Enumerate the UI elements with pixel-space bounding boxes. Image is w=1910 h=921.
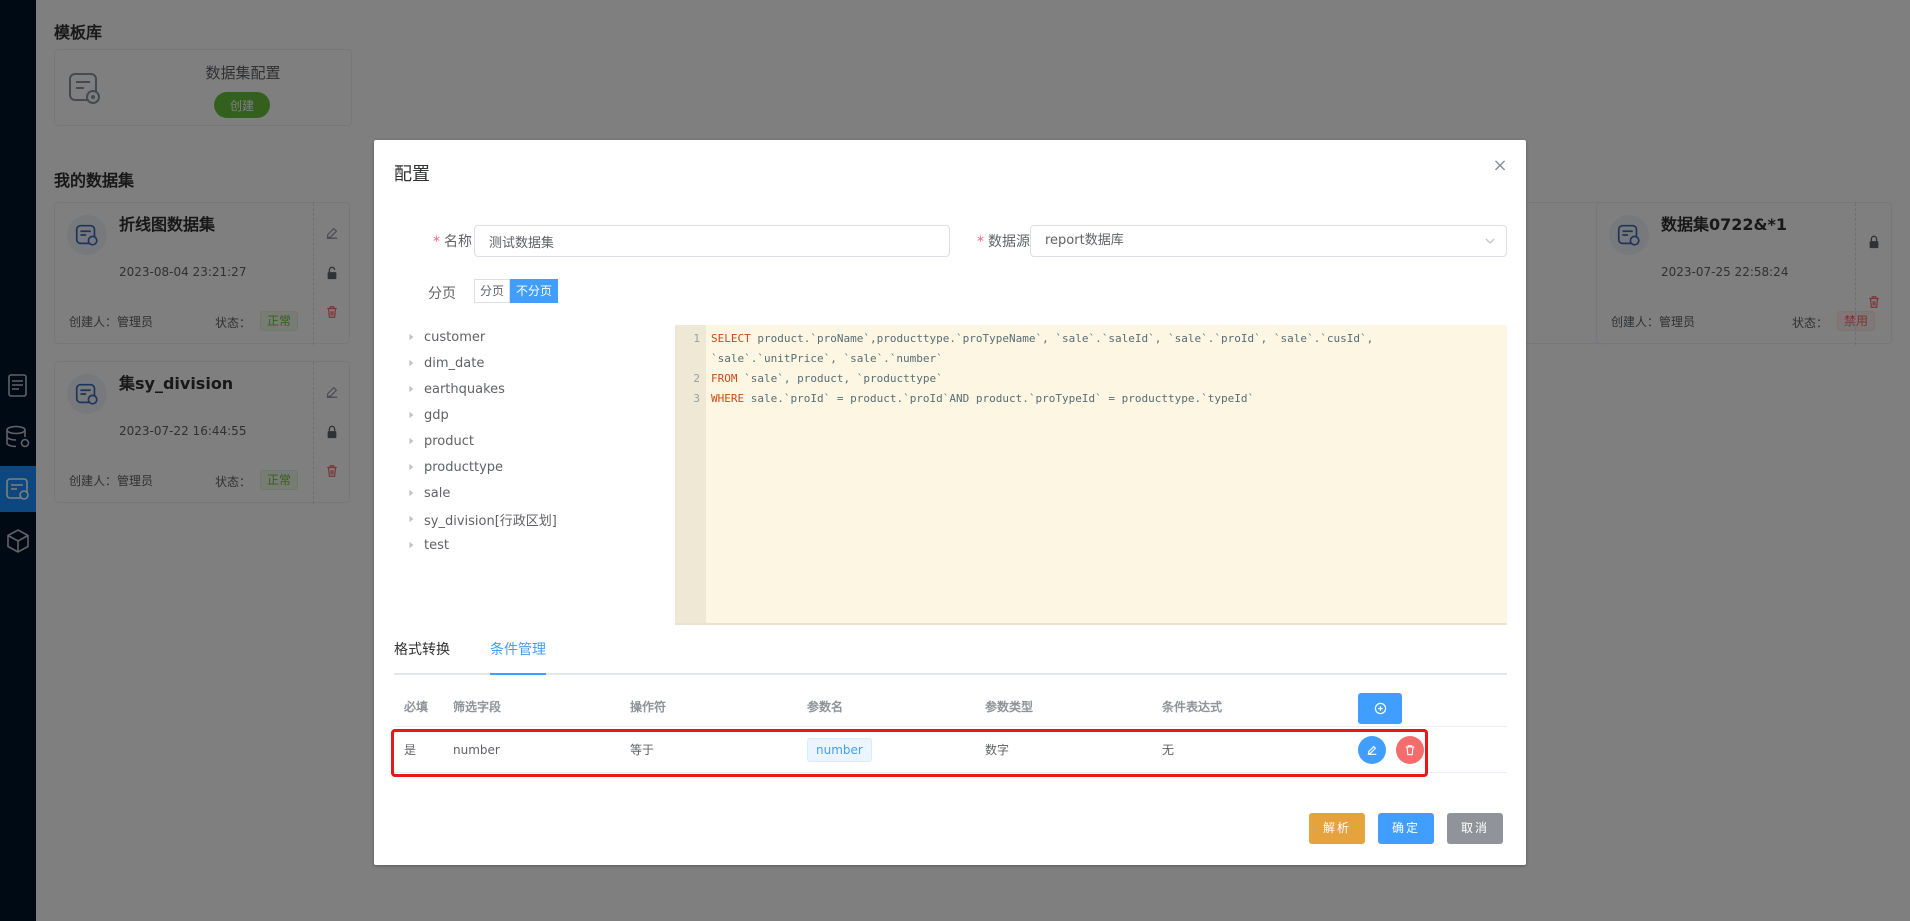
tree-item-label: earthquakes	[424, 381, 505, 397]
tree-item-label: product	[424, 433, 475, 449]
tree-item-label: sale	[424, 485, 451, 501]
column-header: 筛选字段	[453, 700, 502, 714]
sql-text: `sale`, product, `producttype`	[737, 372, 943, 385]
confirm-button[interactable]: 确定	[1378, 813, 1435, 844]
highlight-box	[391, 729, 1428, 777]
column-header: 参数名	[807, 700, 844, 714]
line-number: 1	[693, 332, 700, 345]
cancel-button[interactable]: 取消	[1447, 813, 1504, 844]
caret-right-icon	[404, 512, 418, 526]
name-label-text: 名称	[444, 234, 472, 250]
code-line: `sale`.`unitPrice`, `sale`.`number`	[675, 349, 1507, 369]
parse-button[interactable]: 解析	[1309, 813, 1366, 844]
sql-keyword: WHERE	[711, 392, 745, 405]
column-header: 必填	[404, 700, 429, 714]
line-number: 2	[693, 372, 700, 385]
code-line: 1 SELECT product.`proName`,producttype.`p…	[675, 329, 1507, 349]
paging-option-nopage[interactable]: 不分页	[510, 279, 559, 303]
line-number: 3	[693, 392, 700, 405]
tree-item-sale[interactable]: sale	[404, 480, 654, 506]
add-condition-button[interactable]	[1358, 693, 1402, 724]
name-input[interactable]	[474, 225, 950, 257]
close-icon[interactable]: ×	[1492, 157, 1508, 175]
caret-right-icon	[404, 330, 418, 344]
tree-item-gdp[interactable]: gdp	[404, 402, 654, 428]
caret-right-icon	[404, 382, 418, 396]
caret-right-icon	[404, 538, 418, 552]
chevron-down-icon	[1485, 238, 1495, 244]
sql-text: sale.`proId` = product.`proId`AND produc…	[744, 392, 1255, 405]
tab-condition-manage[interactable]: 条件管理	[490, 637, 546, 673]
datasource-select[interactable]: report数据库	[1030, 225, 1507, 257]
paging-option-page[interactable]: 分页	[474, 279, 511, 303]
table-header: 必填 筛选字段 操作符 参数名 参数类型 条件表达式	[394, 687, 1507, 727]
column-header: 条件表达式	[1162, 700, 1223, 714]
tree-item-label: customer	[424, 329, 486, 345]
tree-item-sy-division[interactable]: sy_division[行政区划]	[404, 506, 654, 532]
sql-text: product.`proName`,producttype.`proTypeNa…	[750, 332, 1374, 345]
code-text: WHERE sale.`proId` = product.`proId`AND …	[711, 389, 1254, 409]
paging-toggle: 分页 不分页	[474, 279, 559, 303]
caret-right-icon	[404, 434, 418, 448]
plus-circle-icon	[1374, 702, 1386, 715]
tree-item-label: producttype	[424, 459, 504, 475]
tree-item-label: sy_division[行政区划]	[424, 513, 557, 529]
config-dialog: 配置 × *名称 *数据源 report数据库 分页 分页 不分页 custom…	[374, 140, 1526, 865]
tree-item-earthquakes[interactable]: earthquakes	[404, 376, 654, 402]
code-line: 2 FROM `sale`, product, `producttype`	[675, 369, 1507, 389]
dialog-title: 配置	[394, 164, 430, 185]
tree-item-product[interactable]: product	[404, 428, 654, 454]
sql-keyword: FROM	[711, 372, 738, 385]
caret-right-icon	[404, 460, 418, 474]
datasource-value: report数据库	[1045, 233, 1124, 248]
code-text: FROM `sale`, product, `producttype`	[711, 369, 943, 389]
active-tab-indicator	[490, 673, 546, 675]
code-line: 3 WHERE sale.`proId` = product.`proId`AND…	[675, 389, 1507, 409]
condition-table: 必填 筛选字段 操作符 参数名 参数类型 条件表达式 是 number 等于 n…	[391, 687, 1507, 777]
sql-keyword: SELECT	[711, 332, 751, 345]
column-header: 操作符	[630, 700, 667, 714]
caret-right-icon	[404, 486, 418, 500]
sql-text: `sale`.`unitPrice`, `sale`.`number`	[711, 352, 943, 365]
source-label-text: 数据源	[988, 234, 1030, 250]
code-text: `sale`.`unitPrice`, `sale`.`number`	[711, 349, 943, 369]
tree-item-dim-date[interactable]: dim_date	[404, 350, 654, 376]
name-label: * 名称	[433, 234, 472, 250]
config-tabs: 格式转换 条件管理	[394, 637, 1507, 675]
sql-editor[interactable]: 1 SELECT product.`proName`,producttype.`p…	[675, 325, 1507, 625]
caret-right-icon	[404, 356, 418, 370]
source-label: * 数据源	[977, 234, 1030, 250]
tree-item-test[interactable]: test	[404, 532, 654, 558]
tab-format-convert[interactable]: 格式转换	[394, 637, 450, 673]
table-tree: customer dim_date earthquakes gdp produc…	[404, 324, 654, 558]
tree-item-label: gdp	[424, 407, 449, 423]
tree-item-label: test	[424, 537, 449, 553]
tree-item-producttype[interactable]: producttype	[404, 454, 654, 480]
tree-item-label: dim_date	[424, 355, 485, 371]
tree-item-customer[interactable]: customer	[404, 324, 654, 350]
column-header: 参数类型	[985, 700, 1034, 714]
caret-right-icon	[404, 408, 418, 422]
paging-label: 分页	[428, 286, 456, 302]
code-text: SELECT product.`proName`,producttype.`pr…	[711, 329, 1373, 349]
